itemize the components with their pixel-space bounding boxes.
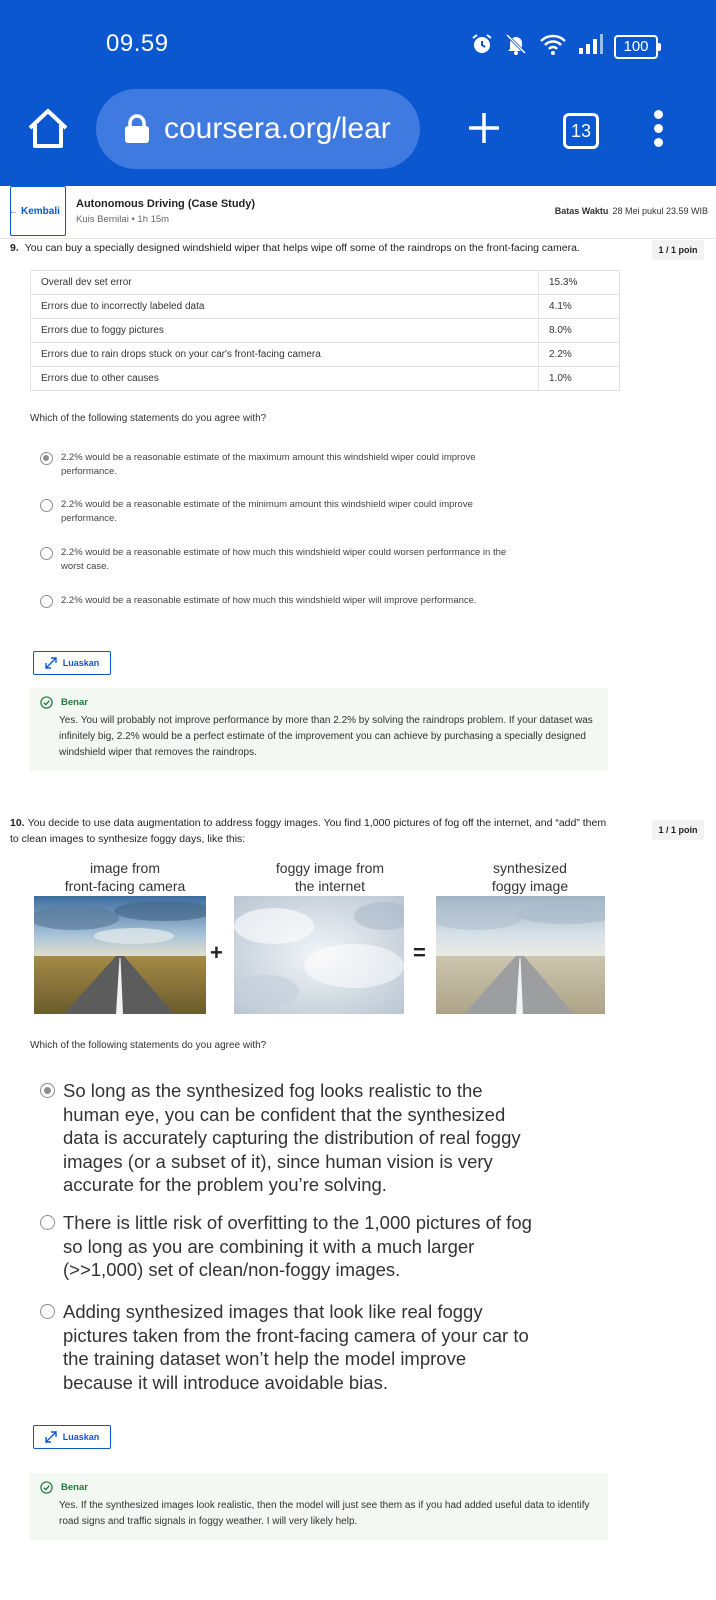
course-subtitle: Kuis Bernilai • 1h 15m — [76, 214, 170, 225]
radio-selected-icon[interactable] — [40, 1083, 55, 1098]
option-text: So long as the synthesized fog looks rea… — [63, 1080, 521, 1195]
course-title: Autonomous Driving (Case Study) — [76, 198, 256, 210]
back-button[interactable]: ← Kembali — [10, 186, 66, 236]
q10-option-2[interactable]: There is little risk of overfitting to t… — [40, 1211, 533, 1282]
table-cell-value: 4.1% — [538, 294, 620, 319]
question-body: You decide to use data augmentation to a… — [10, 817, 607, 845]
tab-switcher-button[interactable]: 13 — [563, 113, 599, 149]
equals-sign: = — [413, 940, 426, 965]
question-body: You can buy a specially designed windshi… — [24, 242, 580, 254]
back-label: Kembali — [21, 205, 60, 217]
course-header: ← Kembali Autonomous Driving (Case Study… — [0, 186, 716, 239]
feedback-text: Yes. If the synthesized images look real… — [59, 1500, 590, 1527]
deadline-label: Batas Waktu — [554, 206, 609, 216]
option-text: 2.2% would be a reasonable estimate of t… — [61, 452, 476, 477]
road-image — [34, 896, 206, 1014]
q10-feedback: Benar Yes. If the synthesized images loo… — [30, 1473, 608, 1540]
q10-option-3[interactable]: Adding synthesized images that look like… — [40, 1300, 533, 1394]
question-9-text: 9. You can buy a specially designed winds… — [10, 240, 640, 256]
q10-option-1[interactable]: So long as the synthesized fog looks rea… — [40, 1079, 533, 1197]
home-icon[interactable] — [26, 106, 70, 150]
table-cell-label: Errors due to incorrectly labeled data — [30, 294, 539, 319]
expand-button[interactable]: Luaskan — [33, 651, 111, 675]
new-tab-icon[interactable] — [466, 110, 502, 146]
browser-menu-icon[interactable] — [652, 110, 664, 150]
plus-sign: + — [210, 940, 223, 965]
expand-icon — [45, 1431, 57, 1443]
table-cell-label: Errors due to foggy pictures — [30, 318, 539, 343]
fog-image — [234, 896, 404, 1014]
figure-caption-camera: image from front-facing camera — [64, 860, 186, 894]
radio-icon[interactable] — [40, 547, 53, 560]
mute-bell-icon — [505, 33, 527, 55]
browser-chrome: 09.59 100 coursera.org/lear 13 — [0, 0, 716, 186]
status-time: 09.59 — [106, 30, 169, 57]
table-cell-value: 15.3% — [538, 270, 620, 295]
check-circle-icon — [40, 696, 53, 709]
option-text: 2.2% would be a reasonable estimate of h… — [61, 547, 507, 572]
question-number: 9. — [10, 242, 19, 254]
status-icons — [470, 30, 604, 58]
alarm-icon — [472, 34, 492, 53]
feedback-label: Benar — [61, 697, 88, 708]
radio-icon[interactable] — [40, 499, 53, 512]
signal-icon — [579, 34, 603, 54]
battery-indicator: 100 — [614, 35, 661, 59]
expand-icon — [45, 657, 57, 669]
table-cell-label: Overall dev set error — [30, 270, 539, 295]
q9-option-2[interactable]: 2.2% would be a reasonable estimate of t… — [40, 498, 521, 526]
error-table: Overall dev set error 15.3% Errors due to… — [30, 270, 620, 391]
option-text: 2.2% would be a reasonable estimate of t… — [61, 499, 473, 524]
address-bar[interactable]: coursera.org/lear — [96, 89, 420, 169]
question-9-prompt: Which of the following statements do you… — [30, 413, 267, 424]
lock-icon — [125, 114, 149, 143]
question-10-points: 1 / 1 poin — [652, 820, 704, 840]
feedback-text: Yes. You will probably not improve perfo… — [59, 715, 593, 758]
table-row: Overall dev set error 15.3% — [30, 270, 620, 295]
synthesized-image — [436, 896, 605, 1014]
radio-icon[interactable] — [40, 1215, 55, 1230]
q9-option-4[interactable]: 2.2% would be a reasonable estimate of h… — [40, 594, 541, 608]
q9-option-3[interactable]: 2.2% would be a reasonable estimate of h… — [40, 546, 521, 574]
table-cell-label: Errors due to other causes — [30, 366, 539, 391]
url-text: coursera.org/lear — [164, 112, 391, 145]
radio-selected-icon[interactable] — [40, 452, 53, 465]
table-cell-value: 1.0% — [538, 366, 620, 391]
q9-option-1[interactable]: 2.2% would be a reasonable estimate of t… — [40, 451, 521, 479]
q9-feedback: Benar Yes. You will probably not improve… — [30, 688, 608, 771]
table-cell-value: 8.0% — [538, 318, 620, 343]
radio-icon[interactable] — [40, 595, 53, 608]
deadline-value: 28 Mei pukul 23.59 WIB — [612, 206, 708, 216]
table-cell-label: Errors due to rain drops stuck on your c… — [30, 342, 539, 367]
figure-caption-synth: synthesized foggy image — [491, 860, 569, 894]
table-row: Errors due to incorrectly labeled data 4.… — [30, 294, 620, 319]
table-row: Errors due to foggy pictures 8.0% — [30, 318, 620, 343]
question-10-prompt: Which of the following statements do you… — [30, 1040, 267, 1051]
expand-label: Luaskan — [62, 1432, 100, 1442]
deadline: Batas Waktu 28 Mei pukul 23.59 WIB — [555, 206, 708, 216]
expand-label: Luaskan — [62, 658, 100, 668]
option-text: There is little risk of overfitting to t… — [63, 1212, 532, 1280]
expand-button[interactable]: Luaskan — [33, 1425, 111, 1449]
radio-icon[interactable] — [40, 1304, 55, 1319]
question-10-text: 10. You decide to use data augmentation t… — [10, 815, 610, 847]
back-arrow-icon: ← — [11, 206, 18, 217]
feedback-label: Benar — [61, 1482, 88, 1493]
figure-caption-fog: foggy image from the internet — [275, 860, 385, 894]
question-9-points: 1 / 1 poin — [652, 240, 704, 260]
table-row: Errors due to rain drops stuck on your c… — [30, 342, 620, 367]
option-text: Adding synthesized images that look like… — [63, 1301, 529, 1393]
check-circle-icon — [40, 1481, 53, 1494]
wifi-icon — [540, 34, 566, 55]
table-row: Errors due to other causes 1.0% — [30, 366, 620, 391]
table-cell-value: 2.2% — [538, 342, 620, 367]
option-text: 2.2% would be a reasonable estimate of h… — [61, 595, 477, 606]
question-number: 10. — [10, 817, 25, 829]
